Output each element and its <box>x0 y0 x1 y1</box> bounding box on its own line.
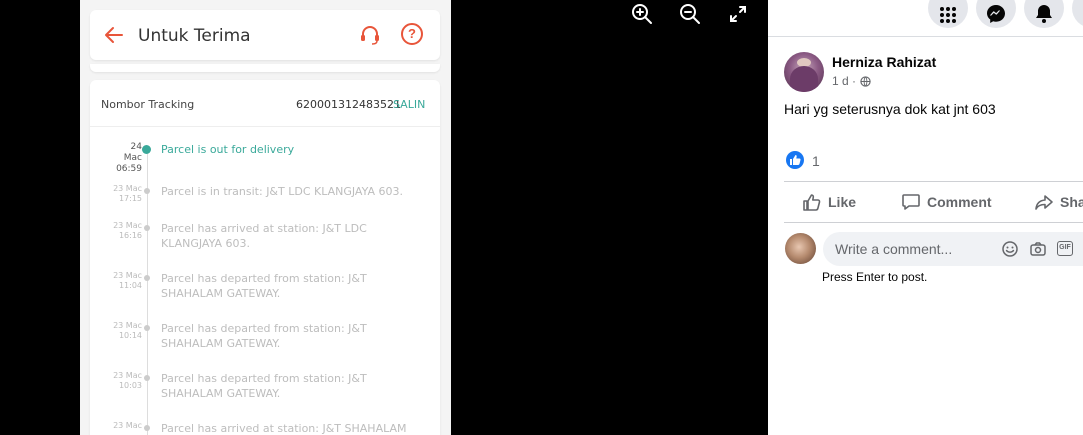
event-date: 23 Mac 11:04 <box>113 271 142 290</box>
event-text: Parcel has departed from station: J&T SH… <box>161 272 367 300</box>
help-icon: ? <box>401 23 423 45</box>
post-panel: Herniza Rahizat 1 d · Hari yg seterusnya… <box>768 0 1083 435</box>
comment-label: Comment <box>927 194 992 210</box>
app-header: Untuk Terima ? <box>90 10 440 60</box>
comment-input[interactable] <box>835 232 985 266</box>
event-text: Parcel is in transit: J&T LDC KLANGJAYA … <box>161 185 403 198</box>
back-arrow-icon <box>105 27 123 43</box>
grid-icon <box>940 7 956 23</box>
event-date: 23 Mac 10:14 <box>113 321 142 340</box>
like-label: Like <box>828 194 857 210</box>
comment-box[interactable]: GIF <box>823 232 1083 266</box>
divider <box>784 222 1083 223</box>
thumbs-up-icon <box>803 194 821 211</box>
copy-link: SALIN <box>393 98 426 111</box>
author-avatar[interactable] <box>784 52 824 92</box>
tracking-label: Nombor Tracking <box>101 98 195 111</box>
zoom-in-icon[interactable] <box>631 3 653 25</box>
photo-viewer: Untuk Terima ? Nombor Tracking 620001312… <box>0 0 768 435</box>
gif-icon[interactable]: GIF <box>1057 241 1073 256</box>
comment-button[interactable]: Comment <box>901 192 1011 212</box>
account-button[interactable] <box>1072 0 1083 28</box>
event-text: Parcel has departed from station: J&T SH… <box>161 372 367 400</box>
share-icon <box>1035 195 1053 210</box>
timeline-dot <box>144 188 150 194</box>
camera-icon[interactable] <box>1029 240 1047 258</box>
emoji-icon[interactable] <box>1001 240 1019 258</box>
timeline-dot <box>144 275 150 281</box>
timeline-dot <box>144 225 150 231</box>
event-text: Parcel is out for delivery <box>161 143 295 156</box>
post-time[interactable]: 1 d · <box>832 74 856 88</box>
tracking-number: 620001312483521 <box>296 98 401 111</box>
menu-button[interactable] <box>928 0 968 28</box>
event-date: 24 Mac 06:59 <box>116 142 142 174</box>
post-photo[interactable]: Untuk Terima ? Nombor Tracking 620001312… <box>80 0 451 435</box>
expand-icon[interactable] <box>728 4 748 24</box>
notifications-button[interactable] <box>1024 0 1064 28</box>
tracking-card: Nombor Tracking 620001312483521 SALIN 24… <box>90 80 440 435</box>
user-avatar[interactable] <box>785 233 816 264</box>
divider <box>784 181 1083 182</box>
zoom-out-icon[interactable] <box>679 3 701 25</box>
event-date: 23 Mac <box>113 421 142 430</box>
comment-icon <box>902 194 920 210</box>
card-separator <box>90 64 440 72</box>
like-reaction-icon[interactable] <box>786 151 804 169</box>
author-name[interactable]: Herniza Rahizat <box>832 54 936 70</box>
event-text: Parcel has arrived at station: J&T LDC K… <box>161 222 367 250</box>
event-text: Parcel has arrived at station: J&T SHAHA… <box>161 422 407 435</box>
event-date: 23 Mac 16:16 <box>113 221 142 240</box>
timeline-dot <box>144 325 150 331</box>
event-text: Parcel has departed from station: J&T SH… <box>161 322 367 350</box>
post-text: Hari yg seterusnya dok kat jnt 603 <box>784 101 996 117</box>
share-button[interactable]: Share <box>1034 192 1083 212</box>
globe-icon <box>860 76 871 87</box>
messenger-icon <box>987 5 1005 23</box>
divider <box>90 126 440 127</box>
timeline-dot <box>144 375 150 381</box>
headset-icon <box>361 26 379 45</box>
comment-hint: Press Enter to post. <box>822 270 928 284</box>
timeline-dot <box>142 145 151 154</box>
timeline-dot <box>144 425 150 431</box>
bell-icon <box>1036 5 1052 23</box>
event-date: 23 Mac 10:03 <box>113 371 142 390</box>
share-label: Share <box>1060 194 1083 210</box>
messenger-button[interactable] <box>976 0 1016 28</box>
like-button[interactable]: Like <box>802 192 872 212</box>
header-divider <box>768 36 1083 37</box>
app-title: Untuk Terima <box>138 26 251 46</box>
event-date: 23 Mac 17:15 <box>113 184 142 203</box>
reaction-count[interactable]: 1 <box>812 153 820 169</box>
